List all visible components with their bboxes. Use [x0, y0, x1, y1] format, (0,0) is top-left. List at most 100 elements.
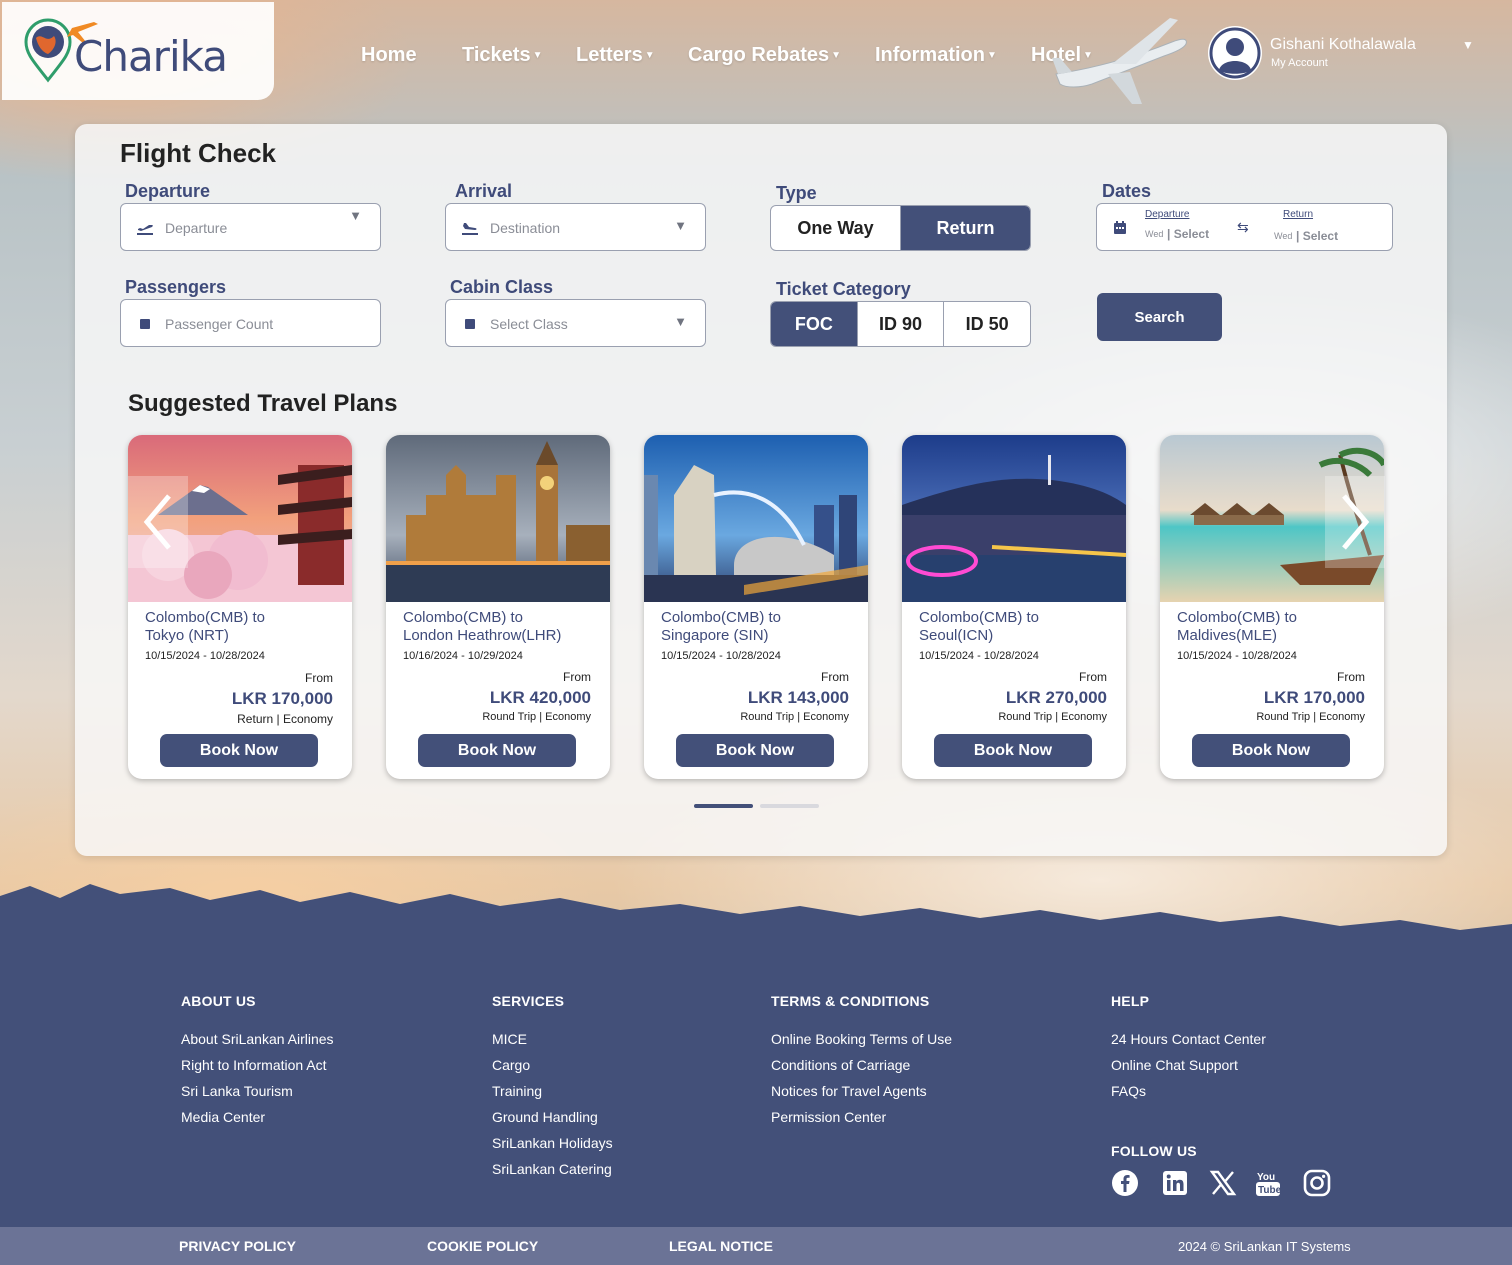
carousel-prev-button[interactable] [128, 476, 188, 568]
chevron-down-icon[interactable]: ▼ [1462, 38, 1474, 52]
book-now-button[interactable]: Book Now [676, 734, 834, 767]
chevron-down-icon: ▼ [987, 50, 997, 62]
footer-link[interactable]: FAQs [1111, 1083, 1146, 1099]
footer-link[interactable]: Sri Lanka Tourism [181, 1083, 293, 1099]
footer-terms-title: TERMS & CONDITIONS [771, 993, 930, 1009]
account-name: Gishani Kothalawala [1270, 36, 1416, 53]
card-from-label: From [1079, 670, 1107, 684]
footer-link[interactable]: Cargo [492, 1057, 530, 1073]
london-image [386, 435, 610, 602]
type-return[interactable]: Return [901, 206, 1030, 250]
singapore-image [644, 435, 868, 602]
chevron-down-icon: ▼ [644, 50, 655, 62]
footer-link[interactable]: SriLankan Holidays [492, 1135, 613, 1151]
passengers-label: Passengers [125, 277, 227, 297]
arrival-label: Arrival [455, 181, 513, 201]
departure-date-value[interactable]: | Select [1167, 227, 1209, 241]
footer-link[interactable]: Training [492, 1083, 542, 1099]
copyright: 2024 © SriLankan IT Systems [1178, 1239, 1351, 1254]
footer-link[interactable]: Media Center [181, 1109, 265, 1125]
linkedin-icon[interactable] [1160, 1168, 1190, 1198]
page-title: Flight Check [120, 138, 277, 168]
trip-type-toggle: One Way Return [770, 205, 1031, 251]
category-id90[interactable]: ID 90 [858, 302, 945, 346]
passenger-placeholder: Passenger Count [165, 316, 274, 332]
departure-placeholder: Departure [165, 220, 228, 236]
book-now-button[interactable]: Book Now [934, 734, 1092, 767]
arrival-placeholder: Destination [490, 220, 561, 236]
nav-information[interactable]: Information ▼ [875, 44, 997, 67]
privacy-policy-link[interactable]: PRIVACY POLICY [179, 1238, 296, 1254]
seat-icon [465, 319, 475, 329]
chevron-left-icon [143, 494, 171, 550]
category-foc[interactable]: FOC [771, 302, 858, 346]
card-trip-info: Round Trip | Economy [740, 711, 849, 723]
chevron-right-icon [1342, 494, 1370, 550]
swap-icon[interactable]: ⇆ [1237, 219, 1249, 236]
x-icon[interactable] [1208, 1168, 1238, 1198]
footer-link[interactable]: About SriLankan Airlines [181, 1031, 334, 1047]
footer-link[interactable]: Ground Handling [492, 1109, 598, 1125]
cabin-class-select[interactable]: Select Class ▼ [445, 299, 706, 347]
footer-link[interactable]: Conditions of Carriage [771, 1057, 910, 1073]
cookie-policy-link[interactable]: COOKIE POLICY [427, 1238, 538, 1254]
carousel-dot[interactable] [760, 804, 819, 808]
plane-takeoff-icon [137, 225, 153, 235]
follow-us-title: FOLLOW US [1111, 1143, 1197, 1159]
facebook-icon[interactable] [1110, 1168, 1140, 1198]
dates-label: Dates [1102, 181, 1152, 201]
return-date-value[interactable]: | Select [1296, 229, 1338, 243]
card-route: Colombo(CMB) to Maldives(MLE) [1177, 609, 1298, 644]
ticket-category-label: Ticket Category [776, 279, 911, 299]
departure-day: Wed [1145, 229, 1164, 239]
footer-link[interactable]: Notices for Travel Agents [771, 1083, 927, 1099]
type-one-way[interactable]: One Way [771, 206, 901, 250]
cabin-placeholder: Select Class [490, 316, 568, 332]
book-now-button[interactable]: Book Now [160, 734, 318, 767]
card-trip-info: Round Trip | Economy [1256, 711, 1365, 723]
avatar [1208, 26, 1262, 80]
card-dates: 10/15/2024 - 10/28/2024 [145, 650, 265, 662]
book-now-button[interactable]: Book Now [1192, 734, 1350, 767]
card-route: Colombo(CMB) to Tokyo (NRT) [145, 609, 266, 644]
date-range-picker[interactable]: Departure Wed | Select ⇆ Return Wed | Se… [1096, 203, 1393, 251]
user-account[interactable]: Gishani Kothalawala My Account ▼ [1208, 26, 1478, 80]
departure-select[interactable]: Departure ▼ [120, 203, 381, 251]
search-button[interactable]: Search [1097, 293, 1222, 341]
instagram-icon[interactable] [1302, 1168, 1332, 1198]
nav-home[interactable]: Home [361, 44, 417, 67]
travel-card-london[interactable]: Colombo(CMB) to London Heathrow(LHR) 10/1… [386, 435, 610, 779]
book-now-button[interactable]: Book Now [418, 734, 576, 767]
travel-card-singapore[interactable]: Colombo(CMB) to Singapore (SIN) 10/15/202… [644, 435, 868, 779]
card-trip-info: Round Trip | Economy [482, 711, 591, 723]
departure-date-label: Departure [1145, 209, 1190, 220]
carousel-next-button[interactable] [1325, 476, 1385, 568]
passenger-count-input[interactable]: Passenger Count [120, 299, 381, 347]
user-icon [1209, 27, 1261, 79]
departure-label: Departure [125, 181, 211, 201]
footer-about-title: ABOUT US [181, 993, 256, 1009]
travel-card-seoul[interactable]: Colombo(CMB) to Seoul(ICN) 10/15/2024 - 1… [902, 435, 1126, 779]
footer-link[interactable]: Online Chat Support [1111, 1057, 1238, 1073]
nav-cargo-rebates[interactable]: Cargo Rebates ▼ [688, 44, 841, 67]
nav-tickets[interactable]: Tickets ▼ [462, 44, 542, 67]
bottom-bar: PRIVACY POLICY COOKIE POLICY LEGAL NOTIC… [0, 1227, 1512, 1265]
footer-link[interactable]: 24 Hours Contact Center [1111, 1031, 1266, 1047]
carousel-dot-active[interactable] [694, 804, 753, 808]
footer-link[interactable]: MICE [492, 1031, 527, 1047]
youtube-icon[interactable]: You Tube [1254, 1168, 1284, 1198]
arrival-select[interactable]: Destination ▼ [445, 203, 706, 251]
footer-link[interactable]: Right to Information Act [181, 1057, 327, 1073]
footer-link[interactable]: Permission Center [771, 1109, 886, 1125]
card-route: Colombo(CMB) to Singapore (SIN) [661, 609, 782, 644]
footer: ABOUT US About SriLankan Airlines Right … [0, 940, 1512, 1227]
card-from-label: From [305, 671, 333, 685]
chevron-down-icon: ▼ [674, 218, 687, 233]
nav-letters[interactable]: Letters ▼ [576, 44, 655, 67]
footer-help-title: HELP [1111, 993, 1150, 1009]
legal-notice-link[interactable]: LEGAL NOTICE [669, 1238, 773, 1254]
footer-link[interactable]: SriLankan Catering [492, 1161, 612, 1177]
footer-link[interactable]: Online Booking Terms of Use [771, 1031, 952, 1047]
main-nav: Home Tickets ▼ Letters ▼ Cargo Rebates ▼ In… [0, 44, 1200, 68]
category-id50[interactable]: ID 50 [944, 302, 1030, 346]
